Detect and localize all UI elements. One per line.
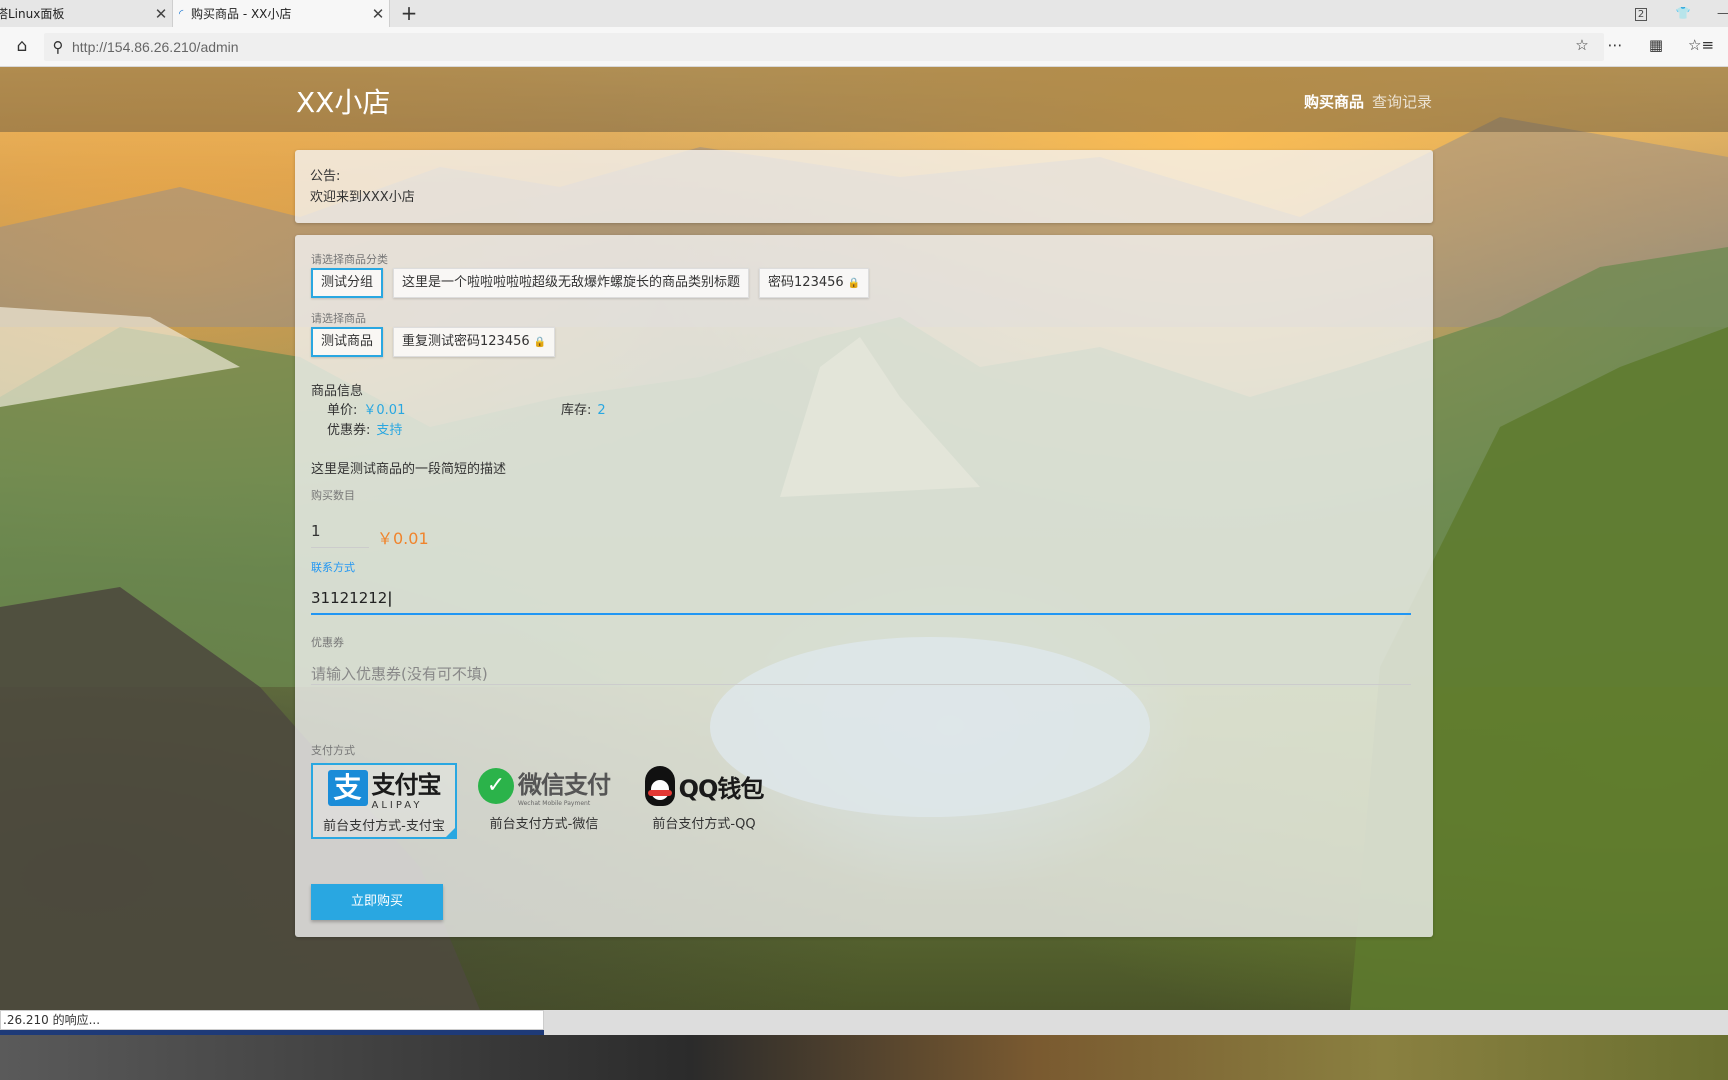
coupon-value: 支持 bbox=[376, 423, 403, 438]
tab-title: 购买商品 - XX小店 bbox=[191, 7, 292, 21]
shirt-icon[interactable]: 👕 bbox=[1672, 2, 1694, 24]
product-chip[interactable]: 重复测试密码123456 🔒 bbox=[393, 327, 556, 357]
wechat-icon: ✓ bbox=[478, 768, 514, 804]
new-tab-button[interactable]: + bbox=[398, 1, 420, 25]
product-label: 请选择商品 bbox=[311, 312, 366, 325]
window-counter-icon[interactable]: 2 bbox=[1630, 2, 1652, 24]
selected-corner-icon bbox=[446, 828, 455, 837]
payment-alipay[interactable]: 支 支付宝 ALIPAY 前台支付方式-支付宝 bbox=[311, 763, 457, 839]
payment-name: 前台支付方式-支付宝 bbox=[323, 819, 445, 834]
payment-wechat[interactable]: ✓ 微信支付 Wechat Mobile Payment 前台支付方式-微信 bbox=[471, 763, 617, 839]
total-price: ￥0.01 bbox=[377, 529, 429, 548]
contact-label: 联系方式 bbox=[311, 561, 355, 574]
coupon-input[interactable]: 请输入优惠券(没有可不填) bbox=[311, 655, 1411, 685]
browser-tab[interactable]: 塔Linux面板 ✕ bbox=[0, 0, 172, 27]
qq-logo: QQ钱包 bbox=[631, 763, 777, 809]
quantity-label: 购买数目 bbox=[311, 489, 355, 502]
price-line: 单价: ￥0.01 bbox=[327, 399, 405, 418]
url-field[interactable]: ⚲ http://154.86.26.210/admin bbox=[44, 33, 1604, 61]
product-info-title: 商品信息 bbox=[311, 384, 364, 399]
address-bar: ⌂ ⚲ http://154.86.26.210/admin ☆ ⋯ ▦ ☆≡ bbox=[0, 27, 1728, 67]
alipay-logo: 支 支付宝 ALIPAY bbox=[313, 765, 455, 811]
site-brand[interactable]: XX小店 bbox=[296, 81, 390, 121]
coupon-label: 优惠券 bbox=[311, 636, 344, 649]
contact-input[interactable]: 31121212| bbox=[311, 585, 1411, 615]
payment-label: 支付方式 bbox=[311, 744, 355, 757]
more-icon[interactable]: ⋯ bbox=[1603, 36, 1627, 58]
category-chip[interactable]: 这里是一个啦啦啦啦啦超级无敌爆炸螺旋长的商品类别标题 bbox=[393, 268, 750, 298]
tab-title: 塔Linux面板 bbox=[0, 7, 65, 21]
payment-qq[interactable]: QQ钱包 前台支付方式-QQ bbox=[631, 763, 777, 839]
wechat-logo: ✓ 微信支付 Wechat Mobile Payment bbox=[471, 763, 617, 809]
category-label: 请选择商品分类 bbox=[311, 253, 388, 266]
notice-panel: 公告: 欢迎来到XXX小店 bbox=[295, 150, 1433, 223]
stock-key: 库存: bbox=[561, 403, 592, 418]
coupon-key: 优惠券: bbox=[327, 423, 371, 438]
category-chip[interactable]: 密码123456 🔒 bbox=[759, 268, 870, 298]
browser-tab-bar: 塔Linux面板 ✕ ◜ 购买商品 - XX小店 ✕ + 2 👕 — bbox=[0, 0, 1728, 27]
payment-name: 前台支付方式-QQ bbox=[652, 817, 756, 832]
price-key: 单价: bbox=[327, 403, 358, 418]
taskbar-background bbox=[0, 1035, 1728, 1080]
search-icon: ⚲ bbox=[52, 38, 64, 56]
star-icon[interactable]: ☆ bbox=[1570, 36, 1594, 58]
notice-text: 欢迎来到XXX小店 bbox=[310, 190, 415, 205]
price-value: ￥0.01 bbox=[363, 403, 406, 418]
stock-value: 2 bbox=[597, 403, 606, 418]
apps-grid-icon[interactable]: ▦ bbox=[1644, 36, 1668, 58]
minimize-icon[interactable]: — bbox=[1712, 2, 1728, 24]
coupon-support-line: 优惠券: 支持 bbox=[327, 419, 402, 438]
browser-tab-active[interactable]: ◜ 购买商品 - XX小店 ✕ bbox=[172, 0, 390, 27]
category-chips: 测试分组 这里是一个啦啦啦啦啦超级无敌爆炸螺旋长的商品类别标题 密码123456… bbox=[311, 268, 870, 298]
close-icon[interactable]: ✕ bbox=[367, 5, 389, 23]
quantity-input[interactable]: 1 bbox=[311, 520, 369, 548]
alipay-icon: 支 bbox=[327, 770, 368, 806]
lock-icon: 🔒 bbox=[533, 337, 547, 348]
home-icon[interactable]: ⌂ bbox=[10, 36, 34, 58]
close-icon[interactable]: ✕ bbox=[150, 5, 172, 23]
product-chip[interactable]: 测试商品 bbox=[311, 327, 384, 357]
payment-name: 前台支付方式-微信 bbox=[489, 817, 599, 832]
nav-links: 购买商品 查询记录 bbox=[1304, 91, 1432, 112]
stock-line: 库存: 2 bbox=[561, 399, 606, 418]
payment-options: 支 支付宝 ALIPAY 前台支付方式-支付宝 ✓ 微信支付 Wechat Mo… bbox=[311, 763, 777, 839]
product-description: 这里是测试商品的一段简短的描述 bbox=[311, 462, 507, 477]
nav-query-link[interactable]: 查询记录 bbox=[1372, 91, 1432, 112]
order-form: 请选择商品分类 测试分组 这里是一个啦啦啦啦啦超级无敌爆炸螺旋长的商品类别标题 … bbox=[295, 235, 1433, 937]
qq-penguin-icon bbox=[644, 766, 675, 806]
product-chips: 测试商品 重复测试密码123456 🔒 bbox=[311, 327, 556, 357]
favorites-icon[interactable]: ☆≡ bbox=[1688, 36, 1714, 58]
loading-icon: ◜ bbox=[179, 7, 184, 20]
notice-label: 公告: bbox=[310, 169, 341, 184]
nav-buy-link[interactable]: 购买商品 bbox=[1304, 91, 1364, 112]
site-navbar: XX小店 购买商品 查询记录 bbox=[0, 67, 1728, 132]
browser-status-bar: .26.210 的响应... bbox=[0, 1010, 544, 1030]
category-chip[interactable]: 测试分组 bbox=[311, 268, 384, 298]
url-text: http://154.86.26.210/admin bbox=[72, 39, 239, 55]
buy-now-button[interactable]: 立即购买 bbox=[311, 884, 443, 920]
lock-icon: 🔒 bbox=[847, 278, 861, 289]
page-viewport: XX小店 购买商品 查询记录 公告: 欢迎来到XXX小店 请选择商品分类 测试分… bbox=[0, 67, 1728, 1010]
